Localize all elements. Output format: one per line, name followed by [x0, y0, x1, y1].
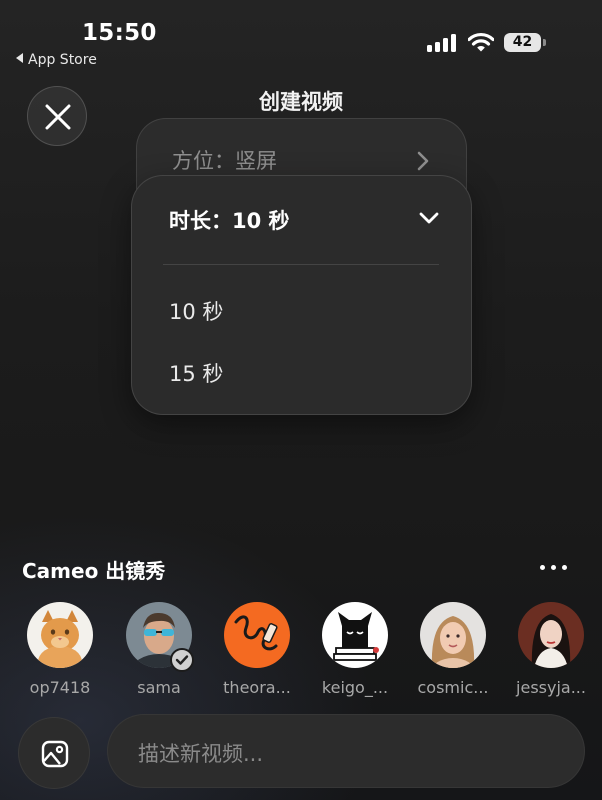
avatar — [27, 602, 93, 668]
avatar — [518, 602, 584, 668]
battery-icon: 42 — [504, 33, 548, 54]
cameo-username: theora... — [223, 678, 291, 697]
cameo-username: op7418 — [29, 678, 91, 697]
back-arrow-icon — [16, 53, 23, 63]
prompt-placeholder: 描述新视频... — [138, 742, 264, 766]
add-image-button[interactable] — [18, 717, 90, 789]
avatar — [322, 602, 388, 668]
status-time: 15:50 — [82, 20, 157, 46]
dropdown-divider — [163, 264, 439, 265]
chevron-right-icon — [417, 151, 429, 175]
back-app-label: App Store — [28, 52, 97, 68]
cameo-username: keigo_... — [321, 678, 389, 697]
cameo-username: jessyja... — [516, 678, 586, 697]
back-to-app-store-link[interactable]: App Store — [16, 52, 97, 68]
avatar — [224, 602, 290, 668]
cameo-username: cosmic... — [417, 678, 489, 697]
signal-icon — [427, 34, 457, 52]
verified-badge-icon — [170, 648, 194, 672]
chevron-down-icon[interactable] — [419, 210, 439, 229]
duration-label[interactable]: 时长：10 秒 — [169, 205, 290, 235]
cameo-section-title: Cameo 出镜秀 — [22, 559, 166, 583]
duration-option-15s[interactable]: 15 秒 — [169, 358, 223, 388]
orientation-label: 方位：竖屏 — [172, 149, 277, 173]
image-icon — [41, 740, 69, 768]
duration-option-10s[interactable]: 10 秒 — [169, 296, 223, 326]
battery-level: 42 — [504, 33, 541, 52]
avatar — [420, 602, 486, 668]
more-icon[interactable] — [538, 563, 570, 573]
wifi-icon — [467, 32, 495, 53]
cameo-username: sama — [137, 678, 181, 697]
page-title: 创建视频 — [259, 90, 343, 114]
